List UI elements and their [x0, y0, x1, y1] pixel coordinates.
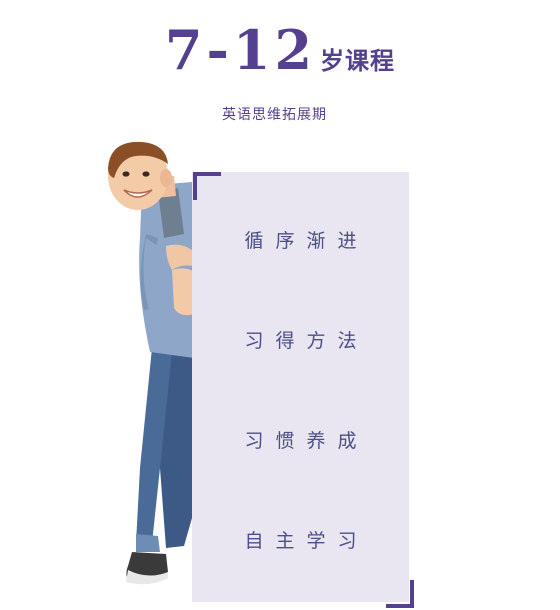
phrase-4: 自主学习	[244, 530, 369, 552]
boy-photo	[108, 141, 194, 585]
corner-bracket-bottom-right	[386, 580, 414, 608]
phrase-2: 习得方法	[244, 330, 369, 352]
age-range: 7-12	[164, 18, 317, 82]
phrase-3: 习惯养成	[244, 430, 369, 452]
course-label: 岁课程	[320, 46, 396, 75]
stage-subtitle: 英语思维拓展期	[222, 107, 327, 123]
phrase-1: 循序渐进	[244, 230, 369, 252]
course-heading: 7-12 岁课程	[0, 18, 560, 82]
corner-bracket-top-left	[193, 172, 221, 200]
